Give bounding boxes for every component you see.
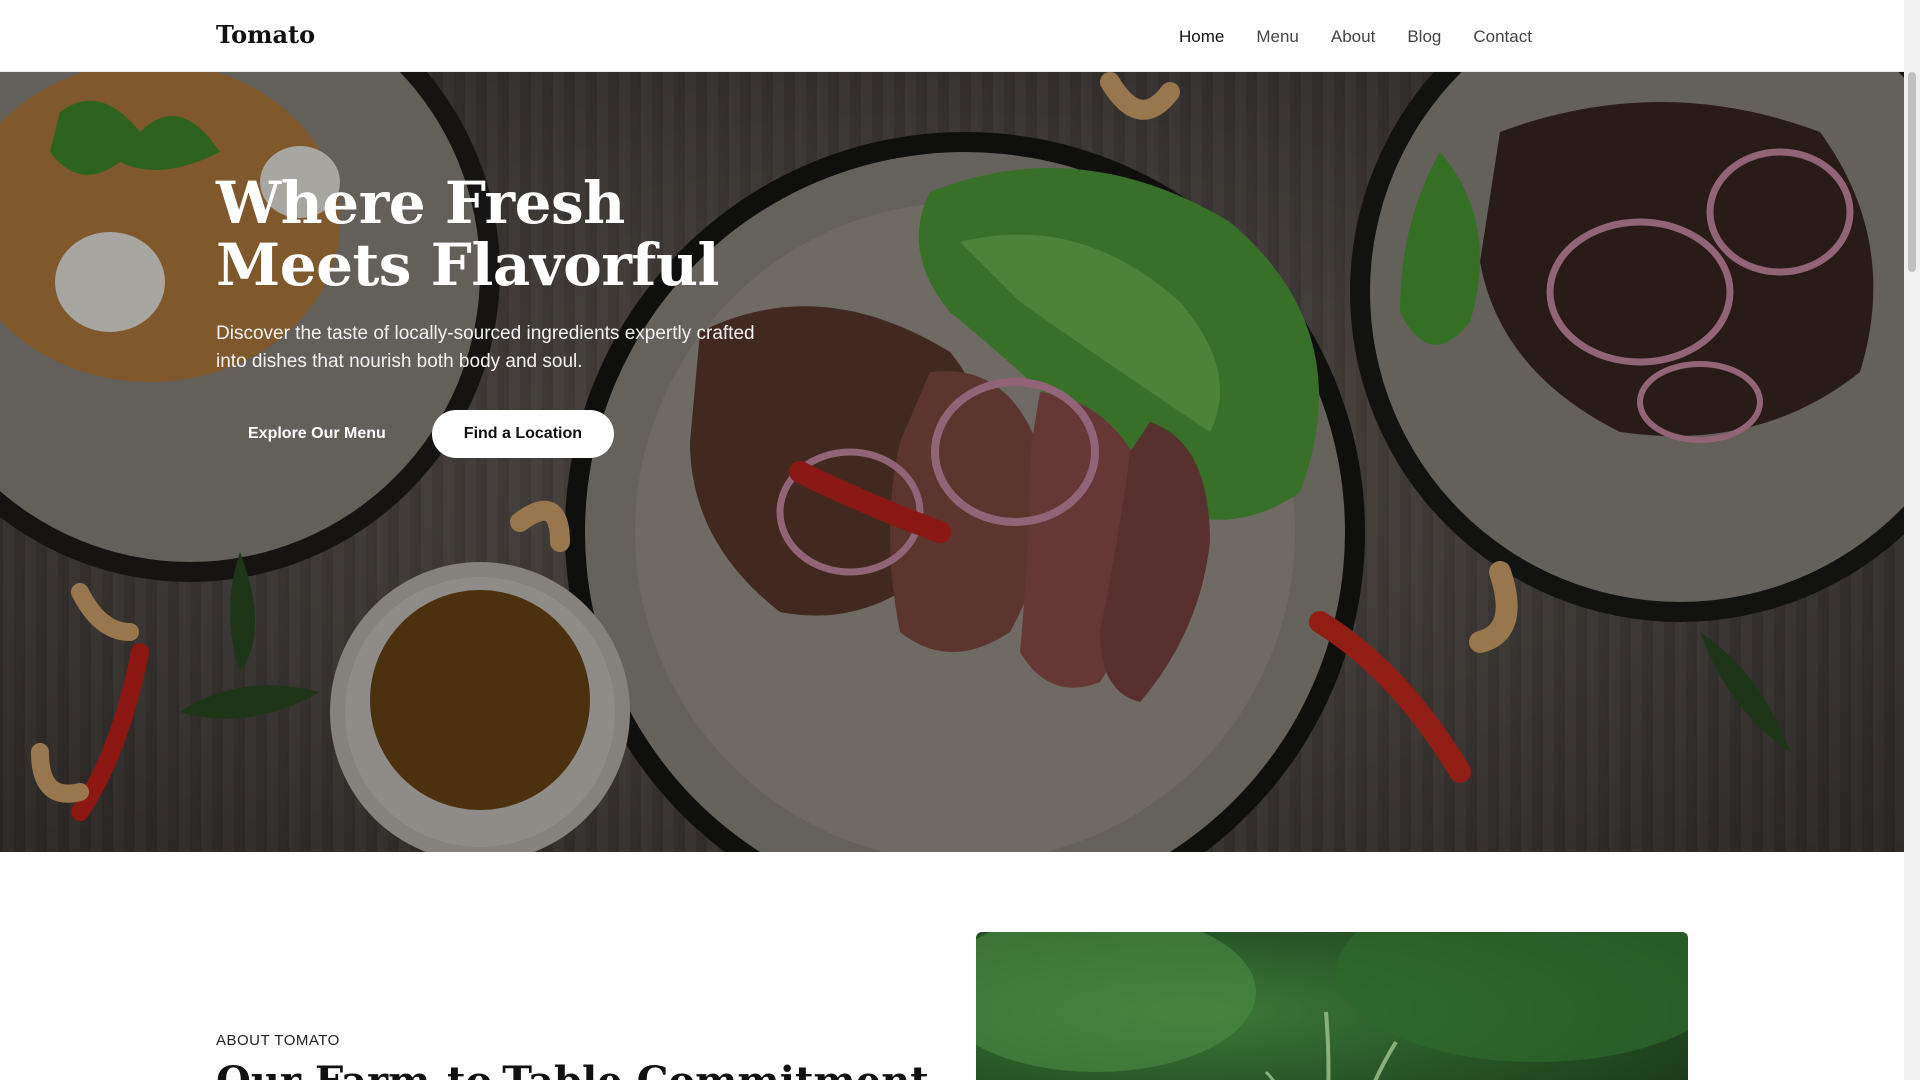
herb-photo (976, 932, 1688, 1080)
hero-subtitle: Discover the taste of locally-sourced in… (216, 323, 755, 372)
site-header: Tomato Home Menu About Blog Contact (0, 0, 1904, 72)
page-scrollbar[interactable] (1904, 0, 1920, 1080)
hero-section: Where Fresh Meets Flavorful Discover the… (0, 72, 1904, 852)
scrollbar-thumb[interactable] (1908, 72, 1916, 272)
about-eyebrow: ABOUT TOMATO (216, 1032, 340, 1049)
nav-menu[interactable]: Menu (1256, 27, 1299, 47)
hero-content: Where Fresh Meets Flavorful Discover the… (216, 172, 776, 458)
nav-blog[interactable]: Blog (1407, 27, 1441, 47)
explore-menu-button[interactable]: Explore Our Menu (216, 410, 418, 458)
main-nav: Home Menu About Blog Contact (1179, 27, 1532, 47)
find-location-button[interactable]: Find a Location (431, 410, 615, 458)
about-heading: Our Farm-to-Table Commitment (216, 1058, 929, 1080)
hero-title: Where Fresh Meets Flavorful (216, 172, 776, 296)
nav-contact[interactable]: Contact (1473, 27, 1532, 47)
hero-title-line1: Where Fresh (216, 169, 625, 237)
hero-title-line2: Meets Flavorful (216, 231, 720, 299)
nav-home[interactable]: Home (1179, 27, 1224, 47)
hero-buttons: Explore Our Menu Find a Location (216, 410, 776, 458)
about-image (976, 932, 1688, 1080)
brand-logo[interactable]: Tomato (216, 20, 315, 49)
about-section: ABOUT TOMATO Our Farm-to-Table Commitmen… (0, 852, 1904, 1080)
nav-about[interactable]: About (1331, 27, 1375, 47)
